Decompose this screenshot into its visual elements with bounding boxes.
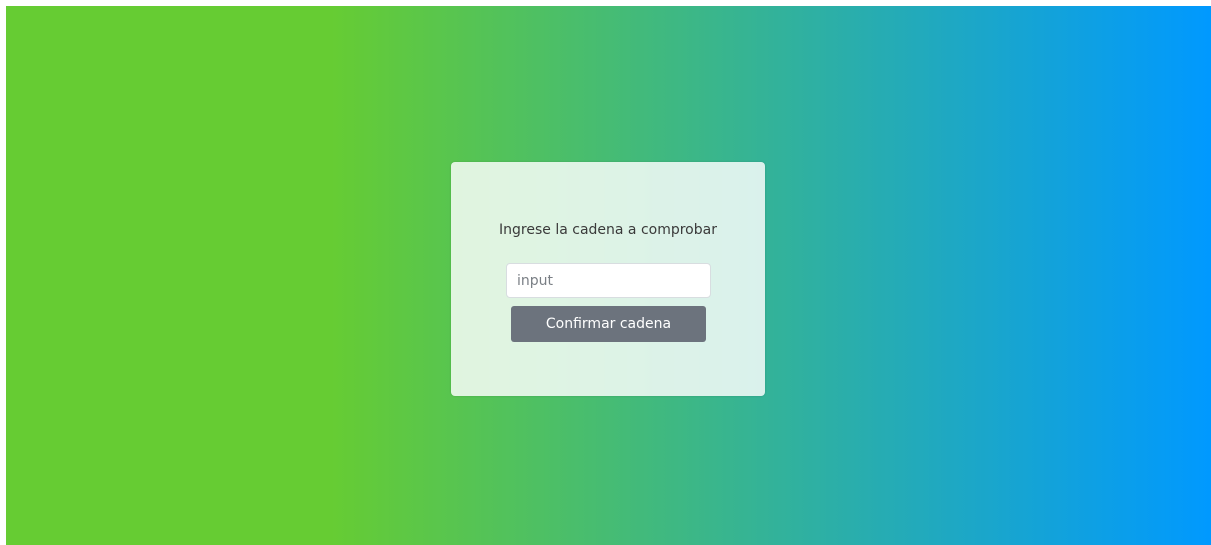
page-background: Ingrese la cadena a comprobar Confirmar … (6, 6, 1211, 545)
string-input[interactable] (506, 263, 711, 298)
confirm-string-button[interactable]: Confirmar cadena (511, 306, 706, 342)
string-check-card: Ingrese la cadena a comprobar Confirmar … (451, 162, 765, 396)
prompt-label: Ingrese la cadena a comprobar (499, 222, 717, 238)
